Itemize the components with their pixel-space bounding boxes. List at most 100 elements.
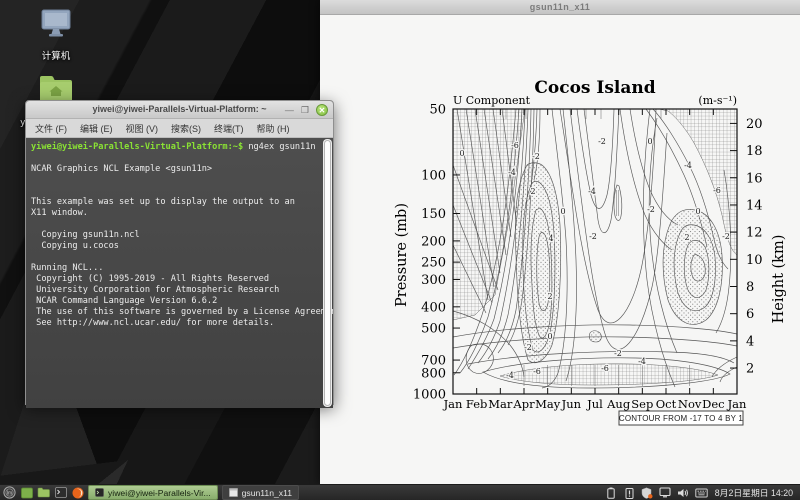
terminal-launcher[interactable] — [54, 486, 67, 499]
chart-units-header: (m-s⁻¹) — [698, 94, 737, 107]
desktop: 计算机 yiwei 的主文件夹 gsun11n_x11 — [0, 0, 800, 500]
pressure-tick-label: 800 — [421, 366, 446, 381]
maximize-button[interactable]: ❐ — [301, 105, 309, 115]
contour-info-box: CONTOUR FROM -17 TO 4 BY 1 — [619, 411, 744, 425]
pressure-tick-label: 100 — [421, 168, 446, 183]
taskbar-clock[interactable]: 8月2日星期日 14:20 — [713, 486, 797, 499]
contour-value-label: -6 — [533, 367, 541, 376]
height-tick-label: 6 — [746, 307, 754, 322]
contour-value-label: 0 — [459, 149, 464, 158]
battery-alert-icon[interactable] — [623, 486, 636, 499]
taskbar-window-label: yiwei@yiwei-Parallels-Vir... — [108, 488, 211, 498]
terminal-line: NCAR Graphics NCL Example <gsun11n> — [31, 164, 319, 175]
month-tick-label: Apr — [512, 397, 535, 411]
computer-icon — [36, 8, 76, 45]
terminal-scrollbar[interactable] — [323, 139, 332, 407]
keyboard-input-icon[interactable] — [695, 486, 708, 499]
ncl-contour-plot: Cocos Island U Component (m-s⁻¹) Pressur… — [320, 15, 800, 485]
menu-file[interactable]: 文件 (F) — [35, 122, 67, 135]
month-tick-label: May — [535, 397, 561, 411]
pressure-axis-title: Pressure (mb) — [394, 203, 410, 307]
show-desktop-button[interactable] — [20, 486, 33, 499]
menu-edit[interactable]: 编辑 (E) — [80, 122, 113, 135]
taskbar-window-gsun11n[interactable]: gsun11n_x11 — [222, 485, 299, 500]
terminal-line: Running NCL... — [31, 263, 319, 274]
menu-search[interactable]: 搜索(S) — [171, 122, 201, 135]
terminal-line: This example was set up to display the o… — [31, 197, 319, 208]
month-tick-label: Jan — [727, 397, 747, 411]
files-launcher[interactable] — [37, 486, 50, 499]
pressure-tick-label: 1000 — [413, 388, 446, 403]
terminal-window: yiwei@yiwei-Parallels-Virtual-Platform: … — [25, 100, 334, 405]
chart-left-header: U Component — [453, 94, 531, 107]
taskbar-window-terminal[interactable]: yiwei@yiwei-Parallels-Vir... — [88, 485, 218, 500]
contour-value-label: -2 — [598, 137, 606, 146]
contour-value-label: -2 — [532, 152, 540, 161]
terminal-menubar: 文件 (F) 编辑 (E) 视图 (V) 搜索(S) 终端(T) 帮助 (H) — [26, 119, 333, 138]
pressure-tick-label: 300 — [421, 273, 446, 288]
terminal-line — [31, 175, 319, 186]
pressure-tick-label: 150 — [421, 207, 446, 222]
month-tick-label: Nov — [678, 397, 702, 411]
contour-value-label: -4 — [506, 371, 514, 380]
menu-terminal[interactable]: 终端(T) — [214, 122, 244, 135]
mint-menu-button[interactable]: lm — [3, 486, 16, 499]
height-tick-label: 18 — [746, 144, 763, 159]
contour-value-label: -2 — [524, 343, 532, 352]
month-tick-label: Aug — [606, 397, 631, 411]
terminal-prompt-line: yiwei@yiwei-Parallels-Virtual-Platform:~… — [31, 142, 319, 153]
display-icon[interactable] — [659, 486, 672, 499]
minimize-button[interactable]: — — [285, 105, 294, 115]
height-tick-label: 4 — [746, 334, 754, 349]
shield-update-icon[interactable] — [641, 486, 654, 499]
month-tick-label: Jul — [586, 397, 603, 411]
terminal-line: NCAR Command Language Version 6.6.2 — [31, 296, 319, 307]
terminal-line: Copying gsun11n.ncl — [31, 230, 319, 241]
firefox-launcher[interactable] — [71, 486, 84, 499]
contour-value-label: -4 — [588, 187, 596, 196]
contour-info-text: CONTOUR FROM -17 TO 4 BY 1 — [619, 414, 744, 423]
shell-command: ng4ex gsun11n — [243, 142, 315, 152]
contour-value-label: -6 — [511, 141, 519, 150]
contour-value-label: 2 — [684, 233, 689, 242]
contour-value-label: 0 — [695, 207, 700, 216]
contour-value-label: -6 — [713, 186, 721, 195]
contour-value-label: -4 — [508, 168, 516, 177]
system-tray: 8月2日星期日 14:20 — [605, 486, 797, 499]
menu-help[interactable]: 帮助 (H) — [257, 122, 290, 135]
pressure-tick-label: 500 — [421, 322, 446, 337]
taskbar-window-label: gsun11n_x11 — [242, 488, 292, 498]
computer-desktop-icon[interactable]: 计算机 — [14, 8, 98, 62]
scrollbar-thumb[interactable] — [324, 140, 331, 406]
month-tick-label: Jan — [443, 397, 463, 411]
terminal-line — [31, 153, 319, 164]
contour-value-label: 2 — [547, 292, 552, 301]
contour-value-label: 0 — [560, 207, 565, 216]
terminal-titlebar[interactable]: yiwei@yiwei-Parallels-Virtual-Platform: … — [26, 101, 333, 119]
menu-view[interactable]: 视图 (V) — [126, 122, 159, 135]
computer-icon-label: 计算机 — [42, 48, 71, 62]
height-tick-label: 2 — [746, 362, 754, 377]
month-tick-label: Jun — [561, 397, 582, 411]
height-tick-label: 16 — [746, 171, 763, 186]
x11-window-titlebar[interactable]: gsun11n_x11 — [320, 0, 800, 15]
volume-icon[interactable] — [677, 486, 690, 499]
close-button[interactable]: ✕ — [316, 104, 328, 116]
pressure-tick-label: 50 — [429, 103, 446, 118]
terminal-line — [31, 252, 319, 263]
month-tick-label: Dec — [702, 397, 724, 411]
svg-text:lm: lm — [7, 491, 12, 497]
terminal-line: X11 window. — [31, 208, 319, 219]
month-tick-label: Feb — [466, 397, 488, 411]
battery-icon[interactable] — [605, 486, 618, 499]
terminal-icon — [95, 488, 104, 497]
contour-value-label: -4 — [684, 161, 692, 170]
window-icon — [229, 488, 238, 497]
x11-graphics-window: gsun11n_x11 Cocos Island U Component (m-… — [320, 0, 800, 484]
height-tick-label: 12 — [746, 226, 763, 241]
terminal-output[interactable]: yiwei@yiwei-Parallels-Virtual-Platform:~… — [26, 138, 333, 408]
x11-window-title: gsun11n_x11 — [530, 2, 590, 12]
height-axis-title: Height (km) — [771, 235, 787, 324]
terminal-line: See http://www.ncl.ucar.edu/ for more de… — [31, 318, 319, 329]
terminal-line: The use of this software is governed by … — [31, 307, 319, 318]
